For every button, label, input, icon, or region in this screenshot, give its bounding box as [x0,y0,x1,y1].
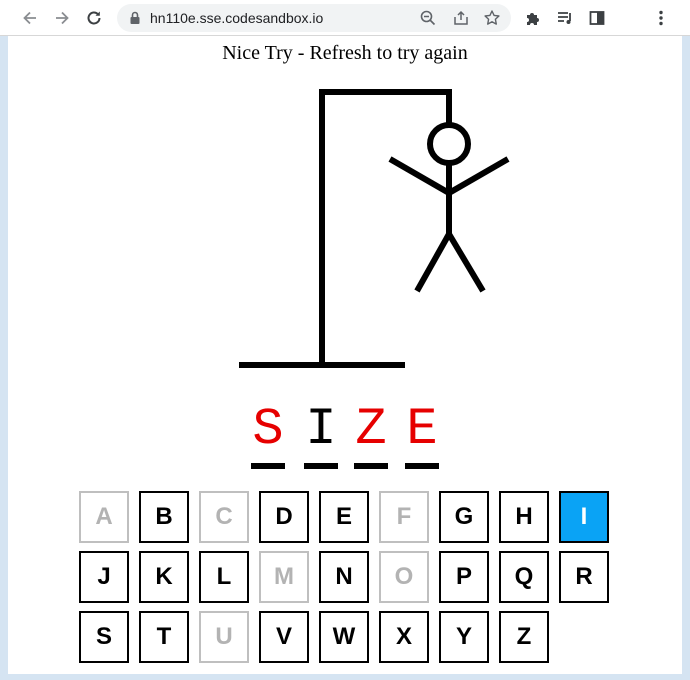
forward-arrow-icon[interactable] [50,6,74,30]
letter-key-p[interactable]: P [439,551,489,603]
letter-key-l[interactable]: L [199,551,249,603]
url-text[interactable]: hn110e.sse.codesandbox.io [150,4,323,32]
letter-key-w[interactable]: W [319,611,369,663]
page-content: Nice Try - Refresh to try again S I Z E … [8,36,682,674]
letter-key-z[interactable]: Z [499,611,549,663]
word-letter: S [252,400,284,459]
browser-window: hn110e.sse.codesandbox.io Nice Try - Ref… [0,0,690,680]
letter-key-e[interactable]: E [319,491,369,543]
word-slot: Z [354,398,398,473]
media-playlist-icon[interactable] [555,8,575,28]
letter-key-r[interactable]: R [559,551,609,603]
reload-icon[interactable] [82,6,106,30]
word-letter: I [305,400,337,459]
letter-key-f[interactable]: F [379,491,429,543]
word-slot: E [405,398,449,473]
letter-key-d[interactable]: D [259,491,309,543]
letter-key-k[interactable]: K [139,551,189,603]
letter-key-v[interactable]: V [259,611,309,663]
word-display: S I Z E [244,398,454,473]
letter-key-u[interactable]: U [199,611,249,663]
letter-key-y[interactable]: Y [439,611,489,663]
hangman-right-leg [446,232,486,293]
letter-underline [251,463,285,469]
letter-key-g[interactable]: G [439,491,489,543]
word-slot: S [251,398,295,473]
star-icon[interactable] [483,9,501,27]
address-bar[interactable]: hn110e.sse.codesandbox.io [117,4,511,32]
zoom-out-icon[interactable] [419,9,437,27]
letter-underline [405,463,439,469]
letter-key-b[interactable]: B [139,491,189,543]
letter-underline [304,463,338,469]
letter-key-i[interactable]: I [559,491,609,543]
browser-toolbar: hn110e.sse.codesandbox.io [0,0,690,36]
letter-key-a[interactable]: A [79,491,129,543]
word-slot: I [304,398,348,473]
hangman-left-leg [414,232,452,293]
lock-icon[interactable] [127,10,143,26]
letter-key-j[interactable]: J [79,551,129,603]
share-icon[interactable] [452,9,470,27]
letter-key-m[interactable]: M [259,551,309,603]
word-letter: Z [355,400,387,459]
letter-key-x[interactable]: X [379,611,429,663]
letter-keyboard: ABCDEFGHI JKLMNOPQR STUVWXYZ [79,491,619,671]
letter-key-h[interactable]: H [499,491,549,543]
letter-key-t[interactable]: T [139,611,189,663]
letter-key-o[interactable]: O [379,551,429,603]
letter-underline [354,463,388,469]
side-panel-icon[interactable] [587,8,607,28]
hangman-drawing [239,89,510,368]
letter-key-q[interactable]: Q [499,551,549,603]
kebab-menu-icon[interactable] [651,8,671,28]
letter-key-c[interactable]: C [199,491,249,543]
back-arrow-icon[interactable] [18,6,42,30]
extensions-puzzle-icon[interactable] [523,8,543,28]
letter-key-s[interactable]: S [79,611,129,663]
word-letter: E [406,400,438,459]
hangman-head [427,122,471,166]
letter-key-n[interactable]: N [319,551,369,603]
